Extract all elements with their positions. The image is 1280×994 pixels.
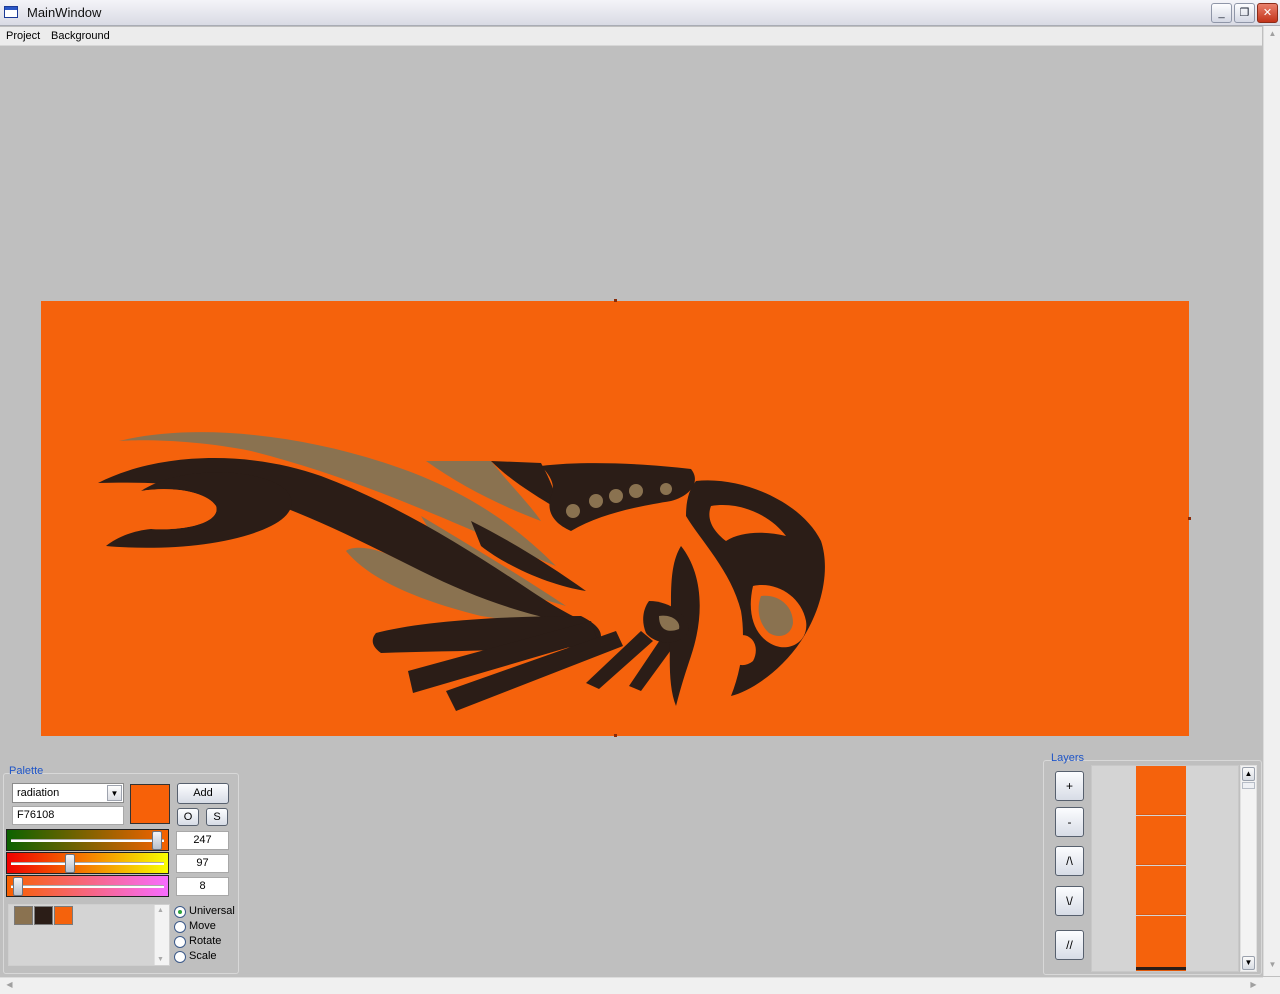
layer-thumbnail[interactable]: [1136, 766, 1186, 815]
blue-slider-track: [11, 885, 164, 888]
layer-thumbnail[interactable]: [1136, 866, 1186, 915]
s-button[interactable]: S: [206, 808, 228, 826]
saved-swatch[interactable]: [14, 906, 33, 925]
red-slider-track: [11, 839, 164, 842]
swatch-list-scrollbar[interactable]: ▲ ▼: [154, 905, 169, 965]
green-slider[interactable]: [6, 852, 169, 874]
red-slider[interactable]: [6, 829, 169, 851]
minimize-button[interactable]: _: [1211, 3, 1232, 23]
palette-scheme-value: radiation: [17, 787, 60, 799]
red-value-input[interactable]: 247: [176, 831, 229, 850]
layers-panel: Layers + - /\ \/ // ▲ ▼: [1043, 751, 1262, 976]
add-color-button[interactable]: Add: [177, 783, 229, 804]
paw-spot-5: [660, 483, 672, 495]
menu-background[interactable]: Background: [51, 30, 110, 42]
scroll-right-icon[interactable]: ▶: [1247, 980, 1260, 993]
chevron-down-icon[interactable]: ▼: [107, 785, 122, 801]
canvas-area[interactable]: [0, 47, 1262, 752]
mode-scale-label: Scale: [189, 950, 217, 962]
palette-title: Palette: [9, 765, 44, 777]
move-layer-up-button[interactable]: /\: [1055, 846, 1084, 876]
tiger-artwork: [98, 432, 825, 711]
saved-swatch[interactable]: [34, 906, 53, 925]
menu-project[interactable]: Project: [6, 30, 40, 42]
layers-title: Layers: [1051, 752, 1085, 764]
palette-panel: Palette radiation ▼ F76108 Add O S 247 9…: [3, 764, 239, 974]
paw-spot-4: [629, 484, 643, 498]
window-icon: [4, 6, 18, 18]
scroll-up-icon[interactable]: ▲: [157, 907, 164, 914]
duplicate-layer-button[interactable]: //: [1055, 930, 1084, 960]
palette-scheme-select[interactable]: radiation ▼: [12, 783, 124, 803]
layer-thumbnail[interactable]: [1136, 816, 1186, 865]
move-layer-down-button[interactable]: \/: [1055, 886, 1084, 916]
scroll-down-icon[interactable]: ▼: [1266, 960, 1279, 973]
restore-button[interactable]: ❐: [1234, 3, 1255, 23]
artboard-marker-right: [1188, 517, 1191, 520]
add-layer-button[interactable]: +: [1055, 771, 1084, 801]
radio-scale[interactable]: [174, 951, 186, 963]
current-color-swatch[interactable]: [130, 784, 170, 824]
scroll-up-icon[interactable]: ▲: [1266, 29, 1279, 42]
scroll-up-icon[interactable]: ▲: [1242, 767, 1255, 781]
close-button[interactable]: ✕: [1257, 3, 1278, 23]
blue-value-input[interactable]: 8: [176, 877, 229, 896]
radio-move[interactable]: [174, 921, 186, 933]
green-slider-track: [11, 862, 164, 865]
radio-rotate[interactable]: [174, 936, 186, 948]
mode-move-label: Move: [189, 920, 216, 932]
saved-swatch-list[interactable]: ▲ ▼: [8, 904, 170, 966]
green-slider-thumb[interactable]: [64, 854, 75, 873]
window-title: MainWindow: [27, 5, 102, 20]
hex-color-input[interactable]: F76108: [12, 806, 124, 825]
red-slider-thumb[interactable]: [152, 831, 163, 850]
scroll-left-icon[interactable]: ◀: [3, 980, 16, 993]
title-bar: MainWindow _ ❐ ✕: [0, 0, 1280, 26]
green-value-input[interactable]: 97: [176, 854, 229, 873]
paw-spot-1: [566, 504, 580, 518]
blue-slider-thumb[interactable]: [12, 877, 23, 896]
artboard[interactable]: [41, 301, 1189, 736]
head-swirl-2: [728, 635, 756, 666]
blue-slider[interactable]: [6, 875, 169, 897]
layer-list-scrollbar[interactable]: ▲ ▼: [1240, 765, 1257, 972]
remove-layer-button[interactable]: -: [1055, 807, 1084, 837]
scrollbar-thumb[interactable]: [1242, 782, 1255, 789]
scroll-down-icon[interactable]: ▼: [1242, 956, 1255, 970]
paw-spot-2: [589, 494, 603, 508]
main-vertical-scrollbar[interactable]: ▲ ▼: [1263, 26, 1280, 976]
scrollbar-corner: [1263, 977, 1280, 994]
o-button[interactable]: O: [177, 808, 199, 826]
saved-swatch[interactable]: [54, 906, 73, 925]
paw-spot-3: [609, 489, 623, 503]
artboard-marker-bottom: [614, 734, 617, 737]
artboard-marker-top: [614, 299, 617, 302]
layer-thumbnail[interactable]: [1136, 916, 1186, 971]
mode-universal-label: Universal: [189, 905, 235, 917]
radio-universal[interactable]: [174, 906, 186, 918]
mode-rotate-label: Rotate: [189, 935, 222, 947]
menu-bar: Project Background: [0, 27, 1262, 46]
main-horizontal-scrollbar[interactable]: ◀ ▶: [0, 977, 1263, 994]
layer-list[interactable]: [1091, 765, 1239, 972]
scroll-down-icon[interactable]: ▼: [157, 956, 164, 963]
